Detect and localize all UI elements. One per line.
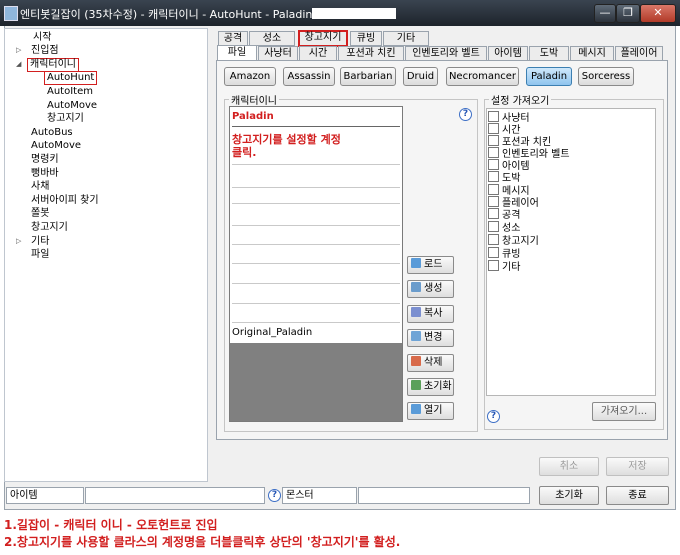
- open-button[interactable]: 열기: [407, 402, 454, 420]
- tree-item-minion-bot[interactable]: 쫄봇: [31, 208, 49, 220]
- list-item-paladin[interactable]: Paladin: [232, 111, 402, 122]
- minimize-button[interactable]: —: [594, 4, 616, 23]
- checkbox-storage-keeper[interactable]: 창고지기: [488, 234, 539, 248]
- reset-button[interactable]: 초기화: [407, 378, 454, 396]
- instruction-line-1: 1.길잡이 - 캐릭터 이니 - 오토헌트로 진입: [4, 518, 218, 532]
- tab-item[interactable]: 아이템: [488, 46, 528, 61]
- checkbox-attack[interactable]: 공격: [488, 208, 520, 222]
- monster-status-field[interactable]: [358, 487, 530, 504]
- delete-button[interactable]: 삭제: [407, 354, 454, 372]
- checkbox-cubing[interactable]: 큐빙: [488, 247, 520, 261]
- rename-icon: [411, 331, 421, 341]
- expand-arrow-icon[interactable]: ▷: [16, 237, 21, 245]
- tab-inventory-belt[interactable]: 인벤토리와 벨트: [405, 46, 487, 61]
- title-bar[interactable]: 엔티봇길잡이 (35차수정) - 캐릭터이니 - AutoHunt - Pala…: [0, 0, 680, 26]
- help-icon[interactable]: ?: [459, 108, 472, 121]
- help-icon[interactable]: ?: [487, 410, 500, 423]
- tab-potion-chicken[interactable]: 포션과 치킨: [338, 46, 404, 61]
- reset-icon: [411, 380, 421, 390]
- delete-icon: [411, 356, 421, 366]
- class-button-assassin[interactable]: Assassin: [283, 67, 335, 86]
- list-empty-area: [230, 343, 402, 421]
- nav-tree[interactable]: 시작 ▷ 진입점 ◢ 캐릭터이니 AutoHunt AutoItem AutoM…: [4, 28, 208, 482]
- checkbox-gamble[interactable]: 도박: [488, 171, 520, 185]
- character-group-legend: 캐릭터이니: [231, 96, 277, 107]
- collapse-arrow-icon[interactable]: ◢: [16, 60, 21, 68]
- annotation-text-2: 클릭.: [232, 146, 257, 159]
- copy-button[interactable]: 복사: [407, 305, 454, 323]
- tree-item-automove-2[interactable]: AutoMove: [31, 140, 81, 152]
- window-title: 엔티봇길잡이 (35차수정) - 캐릭터이니 - AutoHunt - Pala…: [20, 8, 320, 21]
- tree-item-file[interactable]: 파일: [31, 249, 49, 261]
- tab-storage-keeper[interactable]: 창고지기: [298, 30, 348, 47]
- class-button-sorceress[interactable]: Sorceress: [578, 67, 634, 86]
- tab-etc[interactable]: 기타: [383, 31, 429, 46]
- checkbox-etc[interactable]: 기타: [488, 260, 520, 274]
- import-button[interactable]: 가져오기...: [592, 402, 656, 421]
- tree-item-start[interactable]: 시작: [33, 32, 51, 44]
- tree-item-entry[interactable]: 진입점: [31, 45, 59, 57]
- tab-hunting-ground[interactable]: 사냥터: [258, 46, 298, 61]
- help-icon[interactable]: ?: [268, 489, 281, 502]
- tree-item-loan[interactable]: 사채: [31, 181, 49, 193]
- save-button[interactable]: 저장: [606, 457, 669, 476]
- tab-time[interactable]: 시간: [299, 46, 337, 61]
- tree-item-etc[interactable]: 기타: [31, 236, 49, 248]
- tab-gamble[interactable]: 도박: [529, 46, 569, 61]
- app-icon: [4, 6, 18, 21]
- class-button-amazon[interactable]: Amazon: [224, 67, 276, 86]
- tab-attack[interactable]: 공격: [218, 31, 248, 46]
- load-button[interactable]: 로드: [407, 256, 454, 274]
- tree-item-server-ip[interactable]: 서버아이피 찾기: [31, 195, 99, 207]
- tree-item-command-key[interactable]: 명령키: [31, 154, 59, 166]
- tab-shrine[interactable]: 성소: [249, 31, 295, 46]
- monster-field[interactable]: 몬스터: [282, 487, 357, 504]
- redacted-area: [312, 8, 396, 19]
- item-status-field[interactable]: [85, 487, 265, 504]
- tab-player[interactable]: 플레이어: [615, 46, 663, 61]
- copy-icon: [411, 307, 421, 317]
- tab-cubing[interactable]: 큐빙: [350, 31, 382, 46]
- tree-item-autoitem[interactable]: AutoItem: [47, 86, 93, 98]
- settings-import-legend: 설정 가져오기: [491, 96, 550, 107]
- class-button-necromancer[interactable]: Necromancer: [446, 67, 519, 86]
- restore-button[interactable]: ❐: [616, 4, 640, 23]
- close-button[interactable]: ✕: [640, 4, 676, 23]
- tree-item-storage-keeper-2[interactable]: 창고지기: [31, 222, 68, 234]
- class-button-druid[interactable]: Druid: [403, 67, 438, 86]
- list-item-original-paladin[interactable]: Original_Paladin: [232, 327, 402, 338]
- cancel-button[interactable]: 취소: [539, 457, 599, 476]
- checkbox-shrine[interactable]: 성소: [488, 221, 520, 235]
- load-icon: [411, 258, 421, 268]
- tree-item-character-ini[interactable]: 캐릭터이니: [27, 58, 79, 72]
- tab-file[interactable]: 파일: [217, 45, 257, 61]
- class-button-barbarian[interactable]: Barbarian: [340, 67, 396, 86]
- tree-item-storage-keeper[interactable]: 창고지기: [47, 113, 84, 125]
- tree-item-bbb[interactable]: 뻥바바: [31, 168, 59, 180]
- class-button-paladin[interactable]: Paladin: [526, 67, 572, 86]
- create-button[interactable]: 생성: [407, 280, 454, 298]
- expand-arrow-icon[interactable]: ▷: [16, 46, 21, 54]
- open-icon: [411, 404, 421, 414]
- item-field[interactable]: 아이템: [6, 487, 84, 504]
- tree-item-automove[interactable]: AutoMove: [47, 100, 97, 112]
- instruction-line-2: 2.창고지기를 사용할 클라스의 계정명을 더블클릭후 상단의 '창고지기'를 …: [4, 535, 401, 549]
- tab-message[interactable]: 메시지: [570, 46, 614, 61]
- tree-item-autobus[interactable]: AutoBus: [31, 127, 73, 139]
- tree-item-autohunt[interactable]: AutoHunt: [44, 71, 98, 85]
- exit-button[interactable]: 종료: [606, 486, 669, 505]
- character-list[interactable]: Paladin 창고지기를 설정할 계정 클릭. Original_Paladi…: [229, 106, 403, 422]
- create-icon: [411, 282, 421, 292]
- rename-button[interactable]: 변경: [407, 329, 454, 347]
- reset-all-button[interactable]: 초기화: [539, 486, 599, 505]
